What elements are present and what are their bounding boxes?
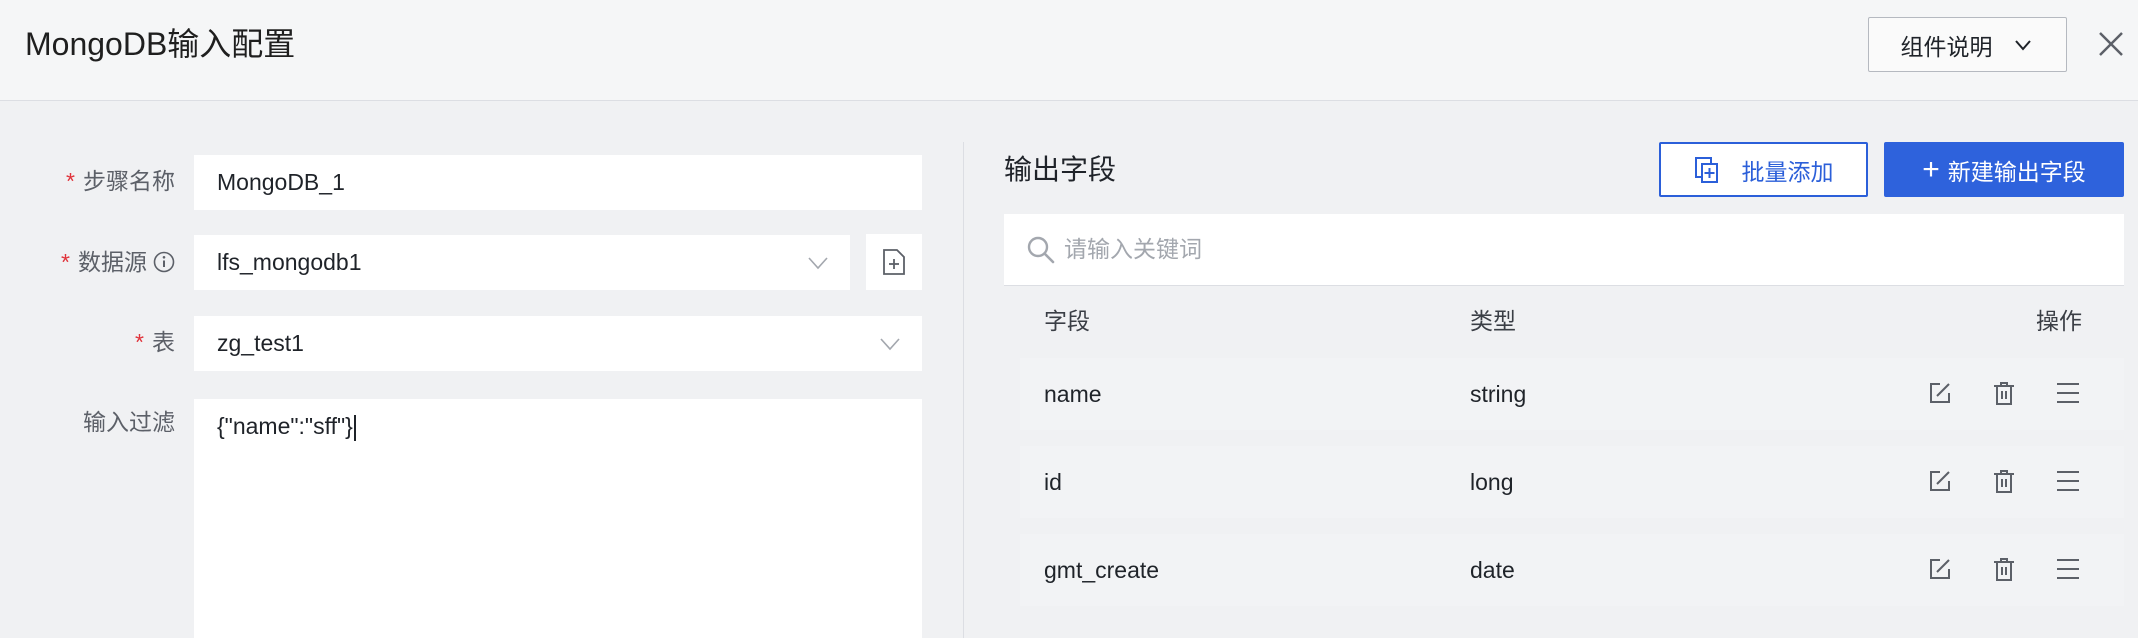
field-type-cell: string [1470, 381, 1527, 407]
info-icon[interactable] [153, 251, 175, 273]
table-label: * 表 [40, 327, 175, 357]
field-type-cell: date [1470, 557, 1515, 583]
edit-icon[interactable] [1925, 466, 1955, 496]
table-label-text: 表 [152, 329, 175, 355]
copy-add-icon [1694, 156, 1718, 183]
component-guide-button[interactable]: 组件说明 [1868, 17, 2067, 72]
chevron-down-icon [808, 256, 828, 269]
table-select[interactable]: zg_test1 [194, 316, 922, 371]
datasource-value: lfs_mongodb1 [217, 249, 362, 275]
delete-icon[interactable] [1989, 466, 2019, 496]
filter-label: 输入过滤 [40, 407, 175, 437]
batch-add-button[interactable]: 批量添加 [1659, 142, 1868, 197]
step-name-label-text: 步骤名称 [83, 168, 175, 194]
column-header-action: 操作 [2036, 308, 2082, 334]
chevron-down-icon [880, 337, 900, 350]
drag-handle-icon[interactable] [2053, 554, 2083, 584]
add-datasource-button[interactable] [866, 234, 922, 290]
table-row: name string [1020, 358, 2124, 430]
filter-textarea[interactable]: {"name":"sff"} [194, 399, 922, 638]
table-row: id long [1020, 446, 2124, 518]
datasource-select[interactable]: lfs_mongodb1 [194, 235, 850, 290]
datasource-label: * 数据源 [20, 247, 175, 277]
drag-handle-icon[interactable] [2053, 378, 2083, 408]
search-bar [1004, 214, 2124, 286]
step-name-label: * 步骤名称 [40, 166, 175, 196]
field-name-cell: gmt_create [1044, 557, 1160, 583]
delete-icon[interactable] [1989, 554, 2019, 584]
field-name-cell: name [1044, 381, 1102, 407]
dialog-title: MongoDB输入配置 [25, 26, 296, 62]
search-input[interactable] [1064, 236, 1964, 263]
column-header-field: 字段 [1044, 308, 1090, 334]
datasource-label-text: 数据源 [78, 249, 147, 275]
delete-icon[interactable] [1989, 378, 2019, 408]
step-name-input[interactable]: MongoDB_1 [194, 155, 922, 210]
panel-divider [963, 142, 964, 638]
required-mark: * [66, 168, 75, 194]
table-value: zg_test1 [217, 330, 304, 356]
required-mark: * [135, 329, 144, 355]
plus-icon: + [1922, 152, 1940, 186]
edit-icon[interactable] [1925, 554, 1955, 584]
search-icon [1027, 236, 1055, 263]
filter-label-text: 输入过滤 [83, 409, 175, 435]
column-header-type: 类型 [1470, 308, 1516, 334]
new-output-field-label: 新建输出字段 [1947, 158, 2086, 185]
required-mark: * [61, 249, 70, 275]
output-fields-title: 输出字段 [1004, 154, 1117, 185]
chevron-down-icon [2014, 39, 2031, 51]
table-row: gmt_create date [1020, 534, 2124, 606]
drag-handle-icon[interactable] [2053, 466, 2083, 496]
field-name-cell: id [1044, 469, 1062, 495]
batch-add-label: 批量添加 [1741, 158, 1834, 185]
field-type-cell: long [1470, 469, 1514, 495]
component-guide-label: 组件说明 [1900, 33, 1993, 60]
new-output-field-button[interactable]: + 新建输出字段 [1884, 142, 2124, 197]
step-name-value: MongoDB_1 [217, 169, 345, 195]
close-icon[interactable] [2095, 28, 2127, 60]
filter-value: {"name":"sff"} [217, 413, 353, 439]
dialog-header: MongoDB输入配置 组件说明 [0, 0, 2138, 101]
add-file-icon [883, 249, 905, 275]
edit-icon[interactable] [1925, 378, 1955, 408]
text-cursor [353, 414, 356, 441]
